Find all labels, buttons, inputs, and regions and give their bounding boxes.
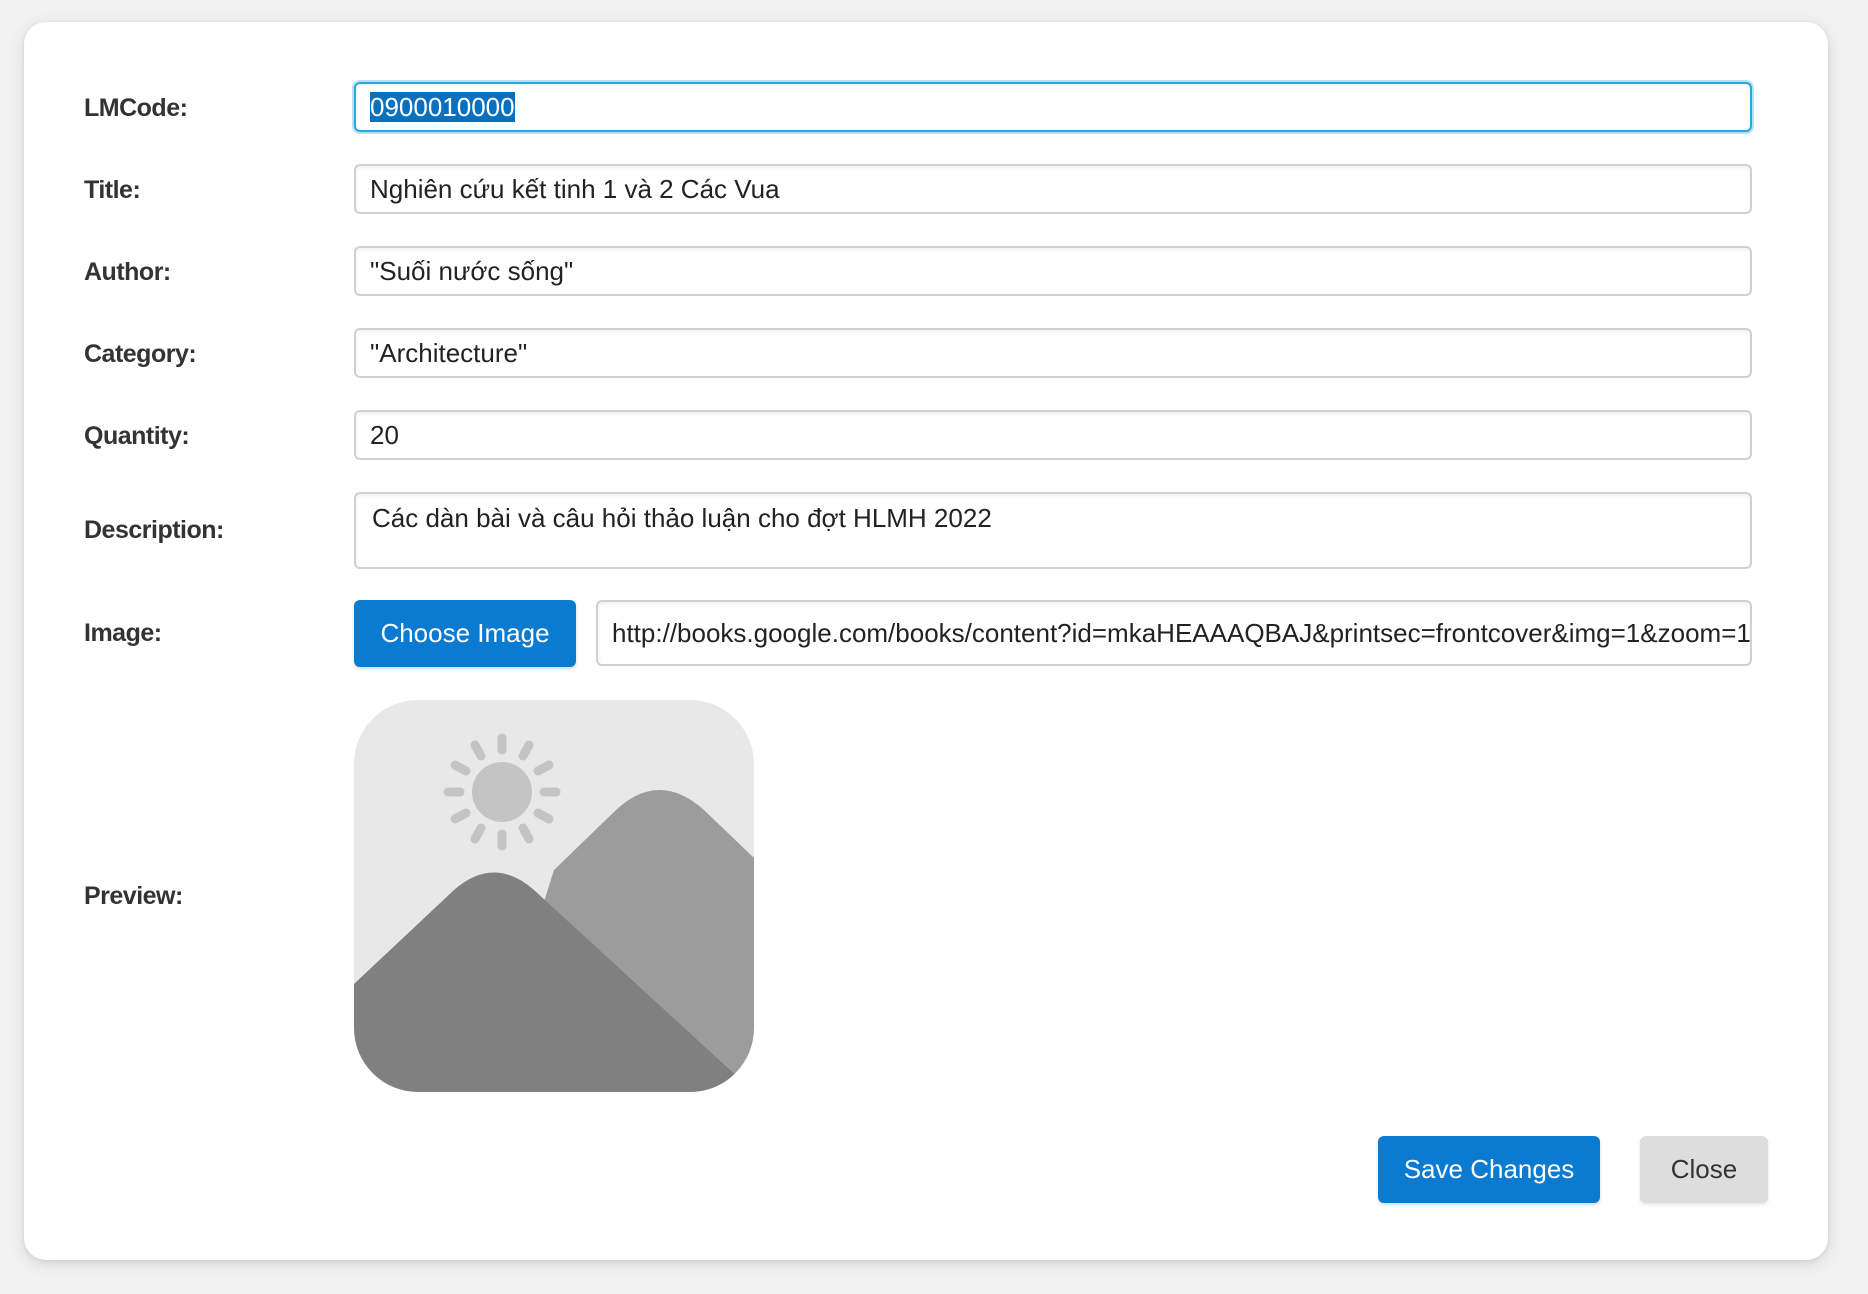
category-label: Category: (84, 340, 197, 368)
edit-book-dialog: LMCode: 0900010000 Title: Nghiên cứu kết… (24, 22, 1828, 1260)
image-preview (354, 700, 754, 1092)
quantity-label: Quantity: (84, 422, 190, 450)
image-label: Image: (84, 619, 162, 647)
save-changes-button[interactable]: Save Changes (1378, 1136, 1600, 1203)
description-textarea[interactable]: Các dàn bài và câu hỏi thảo luận cho đợt… (354, 492, 1752, 569)
author-input[interactable]: "Suối nước sống" (354, 246, 1752, 296)
title-label: Title: (84, 176, 141, 204)
close-button[interactable]: Close (1640, 1136, 1768, 1203)
preview-label: Preview: (84, 882, 183, 910)
author-label: Author: (84, 258, 171, 286)
lmcode-input[interactable]: 0900010000 (354, 82, 1752, 132)
lmcode-label: LMCode: (84, 94, 188, 122)
choose-image-button[interactable]: Choose Image (354, 600, 576, 667)
description-label: Description: (84, 516, 224, 544)
lmcode-value: 0900010000 (370, 92, 515, 122)
image-url-input[interactable]: http://books.google.com/books/content?id… (596, 600, 1752, 666)
image-placeholder-icon (354, 700, 754, 1092)
title-input[interactable]: Nghiên cứu kết tinh 1 và 2 Các Vua (354, 164, 1752, 214)
quantity-input[interactable]: 20 (354, 410, 1752, 460)
category-input[interactable]: "Architecture" (354, 328, 1752, 378)
